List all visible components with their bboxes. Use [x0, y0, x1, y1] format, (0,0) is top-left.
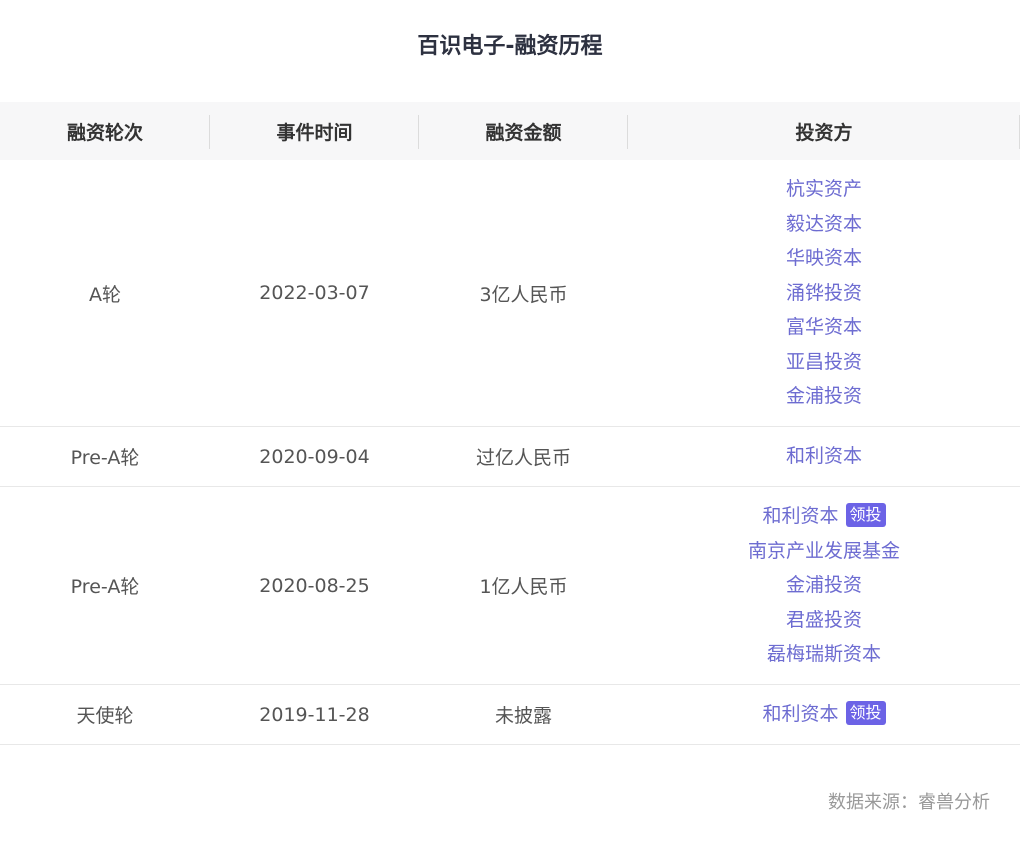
investors-cell: 和利资本	[628, 426, 1020, 487]
investor-link[interactable]: 金浦投资	[786, 379, 862, 414]
investor-list: 和利资本	[628, 439, 1020, 474]
data-source-note: 数据来源：睿兽分析	[828, 792, 990, 813]
investor-link[interactable]: 亚昌投资	[786, 345, 862, 380]
investor-link[interactable]: 南京产业发展基金	[748, 534, 900, 569]
investors-cell: 和利资本 领投	[628, 684, 1020, 745]
lead-investor-badge: 领投	[845, 701, 886, 726]
header-amount: 融资金额	[419, 102, 628, 160]
investor-link[interactable]: 君盛投资	[786, 603, 862, 638]
table-row: 天使轮 2019-11-28 未披露 和利资本 领投	[0, 684, 1020, 745]
round-cell: A轮	[0, 160, 210, 427]
round-cell: Pre-A轮	[0, 426, 210, 487]
header-date: 事件时间	[210, 102, 419, 160]
investors-cell: 杭实资产 毅达资本 华映资本 涌铧投资 富华资本 亚昌投资 金浦投资	[628, 160, 1020, 427]
amount-cell: 1亿人民币	[419, 486, 628, 685]
page-title: 百识电子-融资历程	[417, 34, 603, 59]
header-round: 融资轮次	[0, 102, 210, 160]
round-cell: 天使轮	[0, 684, 210, 745]
investors-cell: 和利资本 领投 南京产业发展基金 金浦投资 君盛投资 磊梅瑞斯资本	[628, 486, 1020, 685]
investor-link[interactable]: 磊梅瑞斯资本	[767, 637, 881, 672]
investor-link[interactable]: 和利资本	[786, 439, 862, 474]
date-cell: 2020-09-04	[210, 426, 419, 487]
round-cell: Pre-A轮	[0, 486, 210, 685]
date-cell: 2020-08-25	[210, 486, 419, 685]
table-row: Pre-A轮 2020-08-25 1亿人民币 和利资本 领投 南京产业发展基金 …	[0, 486, 1020, 685]
investor-link[interactable]: 杭实资产	[786, 172, 862, 207]
financing-table: 融资轮次 事件时间 融资金额 投资方 A轮 2022-03-07 3亿人民币 杭…	[0, 102, 1020, 745]
investor-link[interactable]: 金浦投资	[786, 568, 862, 603]
date-cell: 2019-11-28	[210, 684, 419, 745]
investor-link[interactable]: 华映资本	[786, 241, 862, 276]
table-row: Pre-A轮 2020-09-04 过亿人民币 和利资本	[0, 426, 1020, 487]
amount-cell: 过亿人民币	[419, 426, 628, 487]
investor-link[interactable]: 和利资本 领投	[762, 499, 886, 534]
investor-link[interactable]: 和利资本 领投	[762, 697, 886, 732]
table-row: A轮 2022-03-07 3亿人民币 杭实资产 毅达资本 华映资本 涌铧投资 …	[0, 160, 1020, 427]
table-header-row: 融资轮次 事件时间 融资金额 投资方	[0, 102, 1020, 160]
amount-cell: 3亿人民币	[419, 160, 628, 427]
investor-list: 和利资本 领投	[628, 697, 1020, 732]
investor-link[interactable]: 毅达资本	[786, 207, 862, 242]
investor-link[interactable]: 富华资本	[786, 310, 862, 345]
investor-link[interactable]: 涌铧投资	[786, 276, 862, 311]
investor-list: 和利资本 领投 南京产业发展基金 金浦投资 君盛投资 磊梅瑞斯资本	[628, 499, 1020, 672]
header-investors: 投资方	[628, 102, 1020, 160]
lead-investor-badge: 领投	[845, 503, 886, 528]
date-cell: 2022-03-07	[210, 160, 419, 427]
amount-cell: 未披露	[419, 684, 628, 745]
investor-list: 杭实资产 毅达资本 华映资本 涌铧投资 富华资本 亚昌投资 金浦投资	[628, 172, 1020, 414]
